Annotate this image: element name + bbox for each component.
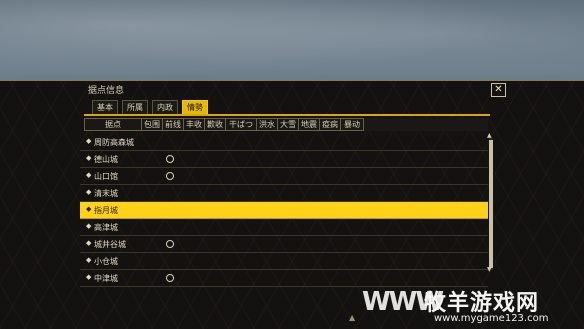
castle-name: 山口馆 xyxy=(94,172,118,181)
castle-name: 高津城 xyxy=(94,223,118,232)
row-marker-icon: ◆ xyxy=(86,188,92,196)
circle-mark-icon xyxy=(166,274,174,282)
castle-name: 指月城 xyxy=(94,206,118,215)
row-marker-icon: ◆ xyxy=(86,239,92,247)
row-marker-icon: ◆ xyxy=(86,273,92,281)
column-header[interactable]: 歉收 xyxy=(205,118,226,131)
scroll-up-icon[interactable]: ▲ xyxy=(487,132,492,139)
column-header[interactable]: 暴动 xyxy=(341,118,364,131)
castle-list: ◆ 周防高森城 ◆ 德山城 ◆ 山口馆 ◆ 清末城 ◆ 指月城 ◆ 高津城 ◆ … xyxy=(80,134,488,287)
list-item[interactable]: ◆ 清末城 xyxy=(80,185,488,202)
castle-name: 中津城 xyxy=(94,274,118,283)
column-header[interactable]: 大雪 xyxy=(278,118,299,131)
row-marker-icon: ◆ xyxy=(86,137,92,145)
tab-basic[interactable]: 基本 xyxy=(92,100,118,115)
castle-name: 周防高森城 xyxy=(94,138,134,147)
scrollbar-thumb[interactable] xyxy=(489,140,493,268)
castle-name: 城井谷城 xyxy=(94,240,126,249)
page-up-icon[interactable]: ▲ xyxy=(349,313,355,322)
background-scene xyxy=(0,0,584,85)
list-item[interactable]: ◆ 小仓城 xyxy=(80,253,488,270)
close-button[interactable]: ✕ xyxy=(491,83,506,97)
window-title: 据点信息 xyxy=(88,86,125,96)
table-header: 据点 包围 前线 丰收 歉收 干ばつ 洪水 大雪 地震 疫病 暴动 xyxy=(84,118,488,131)
list-item[interactable]: ◆ 周防高森城 xyxy=(80,134,488,151)
circle-mark-icon xyxy=(166,240,174,248)
row-marker-icon: ◆ xyxy=(86,154,92,162)
tab-domestic[interactable]: 内政 xyxy=(152,100,178,115)
tab-situation[interactable]: 情勢 xyxy=(182,100,208,115)
tab-underline xyxy=(84,114,490,116)
row-marker-icon: ◆ xyxy=(86,205,92,213)
list-item[interactable]: ◆ 城井谷城 xyxy=(80,236,488,253)
tab-bar: 基本 所属 内政 情勢 xyxy=(92,100,208,115)
row-marker-icon: ◆ xyxy=(86,256,92,264)
castle-name: 德山城 xyxy=(94,155,118,164)
column-header[interactable]: 干ばつ xyxy=(226,118,257,131)
column-header[interactable]: 丰收 xyxy=(184,118,205,131)
row-marker-icon: ◆ xyxy=(86,171,92,179)
column-header[interactable]: 洪水 xyxy=(257,118,278,131)
list-item-selected[interactable]: ◆ 指月城 xyxy=(80,202,488,219)
column-header[interactable]: 地震 xyxy=(299,118,320,131)
castle-name: 小仓城 xyxy=(94,257,118,266)
column-header[interactable]: 前线 xyxy=(163,118,184,131)
list-item[interactable]: ◆ 德山城 xyxy=(80,151,488,168)
tab-affiliation[interactable]: 所属 xyxy=(122,100,148,115)
watermark: WWW 牧羊游戏网 www.mygame123.com xyxy=(362,283,584,328)
watermark-url: www.mygame123.com xyxy=(434,313,549,324)
column-header[interactable]: 包围 xyxy=(142,118,163,131)
list-item[interactable]: ◆ 高津城 xyxy=(80,219,488,236)
circle-mark-icon xyxy=(166,155,174,163)
row-marker-icon: ◆ xyxy=(86,222,92,230)
list-item[interactable]: ◆ 山口馆 xyxy=(80,168,488,185)
column-header[interactable]: 疫病 xyxy=(320,118,341,131)
circle-mark-icon xyxy=(166,172,174,180)
column-header[interactable]: 据点 xyxy=(84,118,142,131)
castle-name: 清末城 xyxy=(94,189,118,198)
scroll-down-icon[interactable]: ▼ xyxy=(487,266,492,273)
